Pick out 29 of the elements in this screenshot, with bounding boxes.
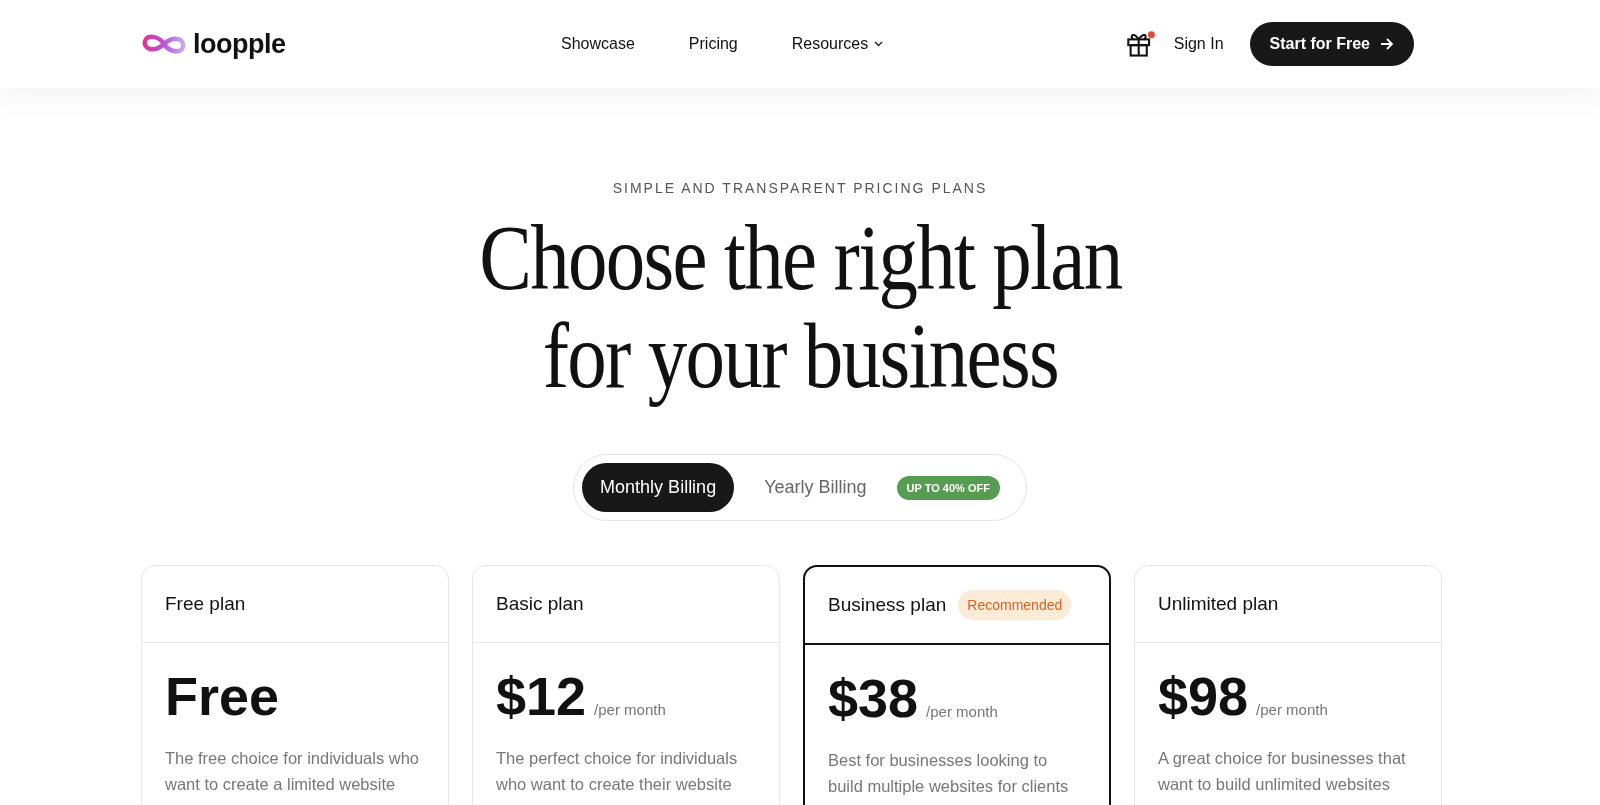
- nav-link[interactable]: Showcase: [561, 35, 635, 53]
- price-period: /per month: [926, 703, 998, 720]
- plan-name: Free plan: [165, 593, 246, 615]
- price-period: /per month: [594, 701, 666, 718]
- plan-price: Free: [165, 665, 280, 727]
- plan-name: Unlimited plan: [1158, 593, 1279, 615]
- gift-icon[interactable]: [1125, 30, 1156, 58]
- plan-price: $98: [1158, 665, 1249, 727]
- infinity-logo-icon: [141, 32, 187, 56]
- plan-description: Best for businesses looking to build multiple websites for clients: [828, 750, 1070, 797]
- plan-description: The free choice for individuals who want to create a limited website: [165, 748, 421, 795]
- plan-name: Business plan: [828, 594, 947, 616]
- sign-in-link[interactable]: Sign In: [1173, 35, 1224, 53]
- plan-description: A great choice for businesses that want to build unlimited websites: [1158, 748, 1407, 795]
- eyebrow-text: SIMPLE AND TRANSPARENT PRICING PLANS: [612, 180, 988, 196]
- billing-option[interactable]: Monthly Billing: [582, 463, 735, 512]
- plan-description: The perfect choice for individuals who want to create their website: [496, 748, 739, 795]
- plan-price: $38: [828, 667, 919, 729]
- discount-badge: UP TO 40% OFF: [896, 475, 1000, 500]
- price-period: /per month: [1256, 701, 1328, 718]
- billing-option[interactable]: Yearly Billing: [746, 463, 885, 512]
- plan-price: $12: [496, 665, 587, 727]
- nav-link[interactable]: Resources: [791, 35, 884, 53]
- nav-link[interactable]: Pricing: [688, 35, 738, 53]
- arrow-right-icon: [1380, 38, 1394, 50]
- start-for-free-button[interactable]: Start for Free: [1249, 22, 1414, 66]
- brand-name[interactable]: loopple: [193, 28, 286, 60]
- plan-name: Basic plan: [496, 593, 584, 615]
- recommended-badge: Recommended: [958, 590, 1072, 620]
